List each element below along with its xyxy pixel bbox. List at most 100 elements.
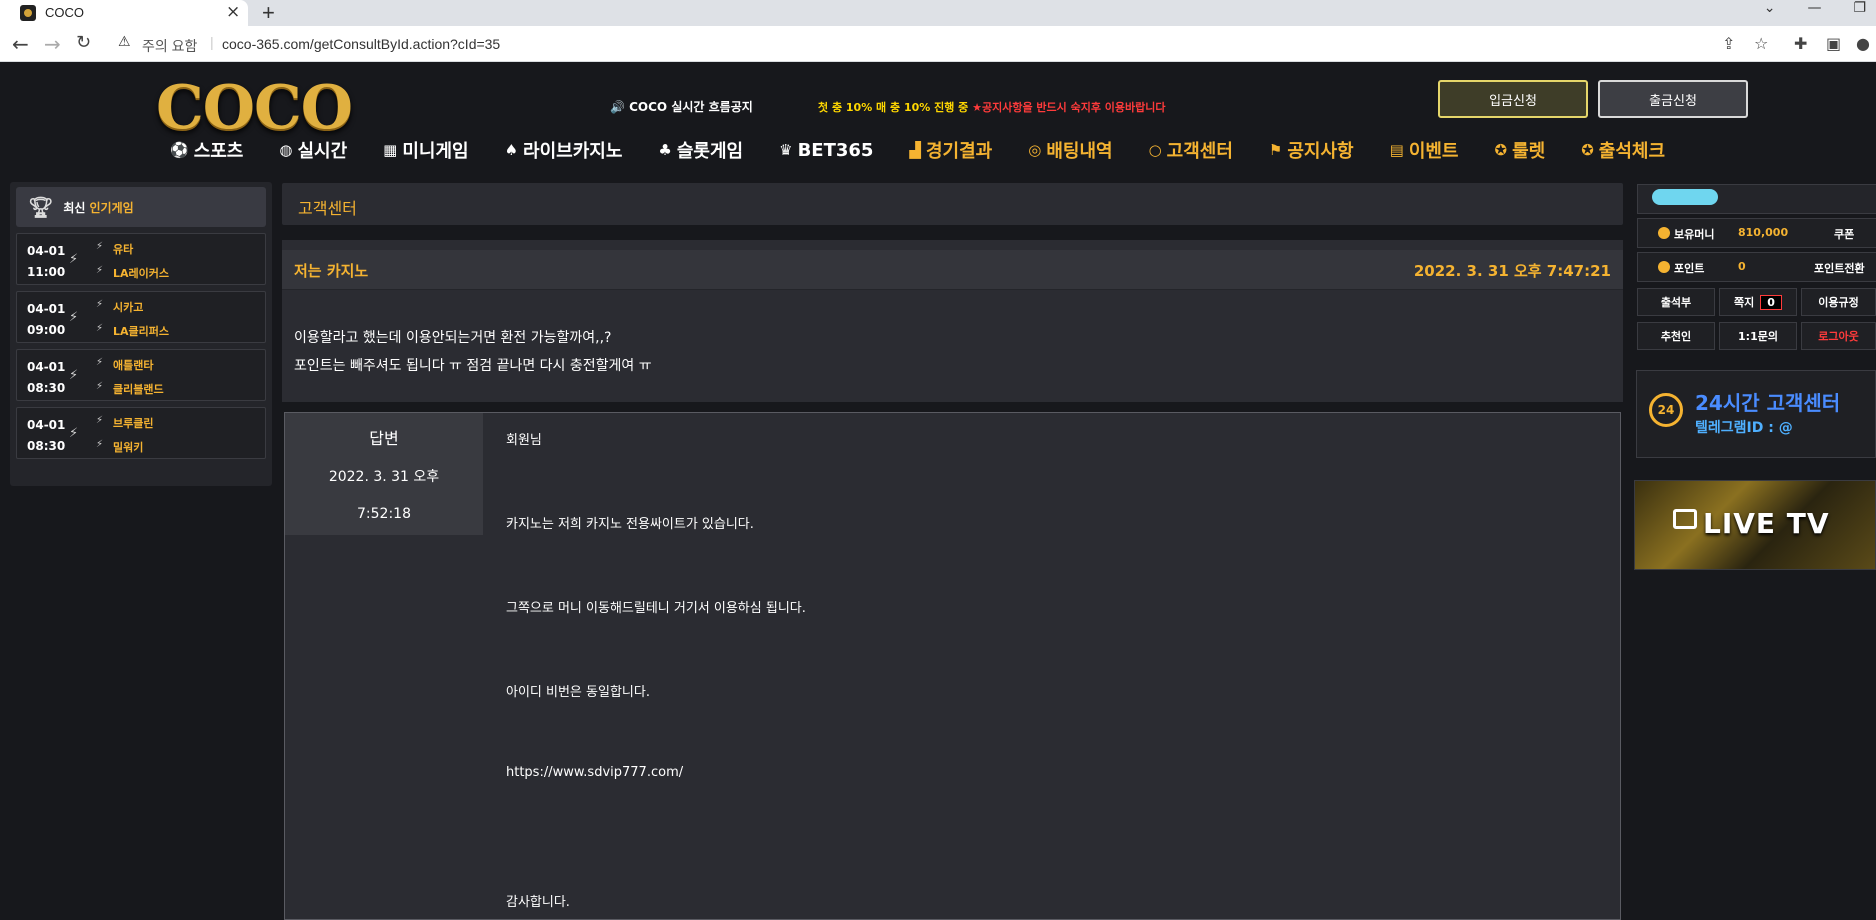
match-item[interactable]: 04-01 09:00 ⚡ ⚡ 시카고 ⚡ LA클리퍼스 [16,291,266,343]
sidepanel-icon[interactable]: ▣ [1826,34,1841,53]
nav-bet365[interactable]: ♛ BET365 [779,137,873,163]
list-icon: ▤ [1389,141,1404,159]
answer-date: 2022. 3. 31 오후 [328,469,440,485]
match-item[interactable]: 04-01 11:00 ⚡ ⚡ 유타 ⚡ LA레이커스 [16,233,266,285]
nav-label: 배팅내역 [1046,141,1113,162]
match-item[interactable]: 04-01 08:30 ⚡ ⚡ 애틀랜타 ⚡ 클리블랜드 [16,349,266,401]
answer-label: 답변 [369,429,399,448]
nav-minigame[interactable]: ▦ 미니게임 [383,137,468,163]
post-date: 2022. 3. 31 오후 7:47:21 [1413,262,1611,280]
nav-roulette[interactable]: ✪ 룰렛 [1495,137,1546,163]
popular-title-a: 최신 [63,200,86,215]
warning-icon[interactable]: ⚠ [118,33,131,50]
new-tab-button[interactable]: + [262,0,275,26]
soccer-ball-icon: ⚽ [170,141,189,159]
nav-bet-history[interactable]: ◎ 배팅내역 [1028,137,1112,163]
memo-count-badge: 0 [1760,294,1782,310]
point-row: 포인트 0 포인트전환 [1637,252,1876,282]
tab-search-icon[interactable]: ⌄ [1764,0,1776,26]
user-panel: 보유머니 810,000 쿠폰 포인트 0 포인트전환 출석부 쪽지 0 이용규… [1636,182,1876,357]
rules-button[interactable]: 이용규정 [1801,288,1876,316]
nav-customer-center[interactable]: ○ 고객센터 [1149,137,1233,163]
match-date: 04-01 [27,244,66,258]
point-value: 0 [1738,260,1746,273]
profile-icon[interactable]: ● [1856,34,1870,53]
site-logo[interactable]: COCO [156,73,353,143]
memo-button[interactable]: 쪽지 0 [1719,288,1797,316]
reload-icon[interactable]: ↻ [76,32,91,53]
nav-sports[interactable]: ⚽ 스포츠 [170,137,243,163]
coupon-link[interactable]: 쿠폰 [1834,226,1854,242]
notice-yellow-text: 첫 충 10% 매 충 10% 진행 중 [818,101,973,114]
logout-button[interactable]: 로그아웃 [1801,322,1876,350]
nav-label: 이벤트 [1408,141,1459,162]
not-secure-label[interactable]: 주의 요함 [142,36,197,56]
nav-label: 경기결과 [925,141,993,162]
nav-event[interactable]: ▤ 이벤트 [1390,137,1459,163]
live-tv-banner[interactable]: LIVE TV [1634,480,1876,570]
site-favicon-icon [20,5,36,21]
match-item[interactable]: 04-01 08:30 ⚡ ⚡ 브루클린 ⚡ 밀워키 [16,407,266,459]
clock-24-icon: 24 [1649,393,1683,427]
nav-live-casino[interactable]: ♠ 라이브카지노 [505,137,623,163]
inquiry-button[interactable]: 1:1문의 [1719,322,1797,350]
runner-icon: ⚡ [96,265,104,276]
nav-label: 슬롯게임 [676,141,744,162]
tab-close-icon[interactable]: × [226,2,240,22]
arcade-icon: ▦ [383,141,398,159]
answer-link[interactable]: https://www.sdvip777.com/ [506,765,683,780]
notice-red-text: ★공지사항을 반드시 숙지후 이용바랍니다 [972,101,1166,114]
nav-label: 공지사항 [1287,141,1354,162]
nav-slot[interactable]: ♣ 슬롯게임 [658,137,743,163]
post-body-line: 포인트는 빼주셔도 됩니다 ㅠ 점검 끝나면 다시 충전할게여 ㅠ [294,358,652,374]
coin-icon [1658,227,1670,239]
forward-icon[interactable]: → [44,32,61,56]
nav-live[interactable]: ◍ 실시간 [279,137,347,163]
attendance-button[interactable]: 출석부 [1637,288,1715,316]
restore-icon[interactable]: ❐ [1853,0,1866,26]
nav-attendance[interactable]: ✪ 출석체크 [1581,137,1665,163]
cs-telegram: 텔레그램ID : @ [1695,420,1793,436]
address-bar[interactable]: ⚠ 주의 요함 | coco-365.com/getConsultById.ac… [108,30,1728,58]
site-header: COCO 🔊 COCO 실시간 흐름공지 첫 충 10% 매 충 10% 진행 … [0,63,1876,175]
match-team2: 클리블랜드 [113,383,164,396]
runner-icon: ⚡ [96,299,104,310]
runner-icon: ⚡ [96,357,104,368]
address-separator: | [210,34,214,50]
bookmark-star-icon[interactable]: ☆ [1754,34,1768,53]
answer-line: 카지노는 저희 카지노 전용싸이트가 있습니다. [506,517,754,532]
nav-label: 출석체크 [1598,141,1666,162]
money-label: 보유머니 [1674,228,1715,241]
deposit-button[interactable]: 입금신청 [1438,80,1588,118]
cs-banner-title: 24시간 고객센터 [1695,391,1841,415]
megaphone-icon: ⚑ [1268,141,1283,159]
browser-toolbar: ← → ↻ ⚠ 주의 요함 | coco-365.com/getConsultB… [0,26,1876,62]
browser-tab-bar: COCO × + ⌄ — ❐ [0,0,1876,26]
url-text[interactable]: coco-365.com/getConsultById.action?cId=3… [222,36,500,52]
point-convert-link[interactable]: 포인트전환 [1814,260,1865,276]
nav-results[interactable]: ▟ 경기결과 [909,137,992,163]
browser-tab[interactable]: COCO × [0,0,248,26]
runner-icon: ⚡ [69,252,79,267]
match-time: 11:00 [27,265,66,279]
nav-notice[interactable]: ⚑ 공지사항 [1269,137,1354,163]
referrer-button[interactable]: 추천인 [1637,322,1715,350]
match-team1: 시카고 [113,301,144,314]
post-title-bar: 저는 카지노 2022. 3. 31 오후 7:47:21 [282,250,1623,290]
chart-icon: ▟ [909,141,921,159]
answer-line: 그쪽으로 머니 이동해드릴테니 거기서 이용하심 됩니다. [506,601,806,616]
customer-center-banner[interactable]: 24 24시간 고객센터 텔레그램ID : @ [1636,370,1876,458]
user-name-row [1637,184,1876,214]
point-label: 포인트 [1674,262,1705,275]
share-icon[interactable]: ⇪ [1722,34,1735,53]
tv-icon [1673,509,1697,529]
withdraw-button[interactable]: 출금신청 [1598,80,1748,118]
match-date: 04-01 [27,418,66,432]
popular-games-panel: 🏆︎ 최신 인기게임 04-01 11:00 ⚡ ⚡ 유타 ⚡ LA레이커스 0… [10,182,272,486]
slot-icon: ♣ [658,141,672,159]
runner-icon: ⚡ [96,381,104,392]
money-row: 보유머니 810,000 쿠폰 [1637,218,1876,248]
extensions-icon[interactable]: ✚ [1794,34,1807,53]
minimize-icon[interactable]: — [1807,0,1821,26]
back-icon[interactable]: ← [12,32,29,56]
